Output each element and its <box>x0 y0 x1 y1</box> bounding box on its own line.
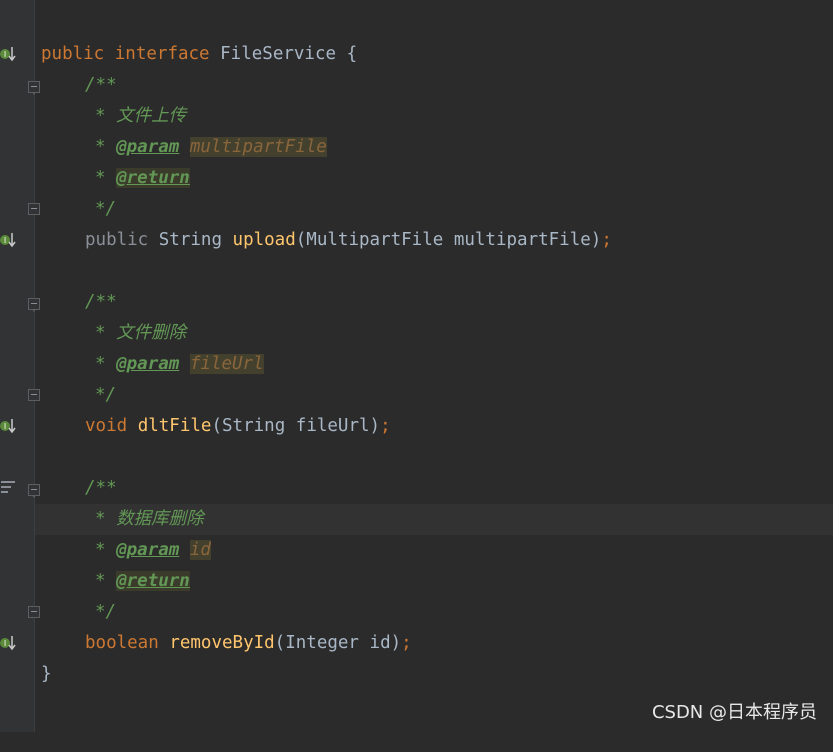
editor-gutter <box>0 0 34 732</box>
type: String <box>158 230 222 250</box>
code-line[interactable]: */ <box>35 597 833 628</box>
semicolon: ; <box>601 230 612 250</box>
code-line[interactable]: public String upload(MultipartFile multi… <box>35 225 833 256</box>
doc-star: * <box>95 323 106 343</box>
code-line[interactable]: boolean removeById(Integer id); <box>35 628 833 659</box>
doc-comment: */ <box>95 385 117 405</box>
code-line[interactable]: * @param multipartFile <box>35 132 833 163</box>
keyword: interface <box>114 44 210 64</box>
implementation-gutter-icon[interactable]: I <box>0 230 16 250</box>
implementation-gutter-icon[interactable]: I <box>0 416 16 436</box>
doc-star: * <box>95 168 106 188</box>
param-name: multipartFile <box>453 230 591 250</box>
code-line[interactable]: /** <box>35 70 833 101</box>
doc-comment: /** <box>85 292 117 312</box>
doc-param-name: fileUrl <box>189 354 264 374</box>
doc-star: * <box>95 509 106 529</box>
svg-text:I: I <box>4 236 6 245</box>
doc-param-name: id <box>189 540 211 560</box>
code-line[interactable]: * @param id <box>35 535 833 566</box>
code-line-current[interactable]: * 数据库删除 <box>35 504 833 535</box>
code-line[interactable]: * @param fileUrl <box>35 349 833 380</box>
paren: ) <box>369 416 381 436</box>
keyword: public <box>41 44 105 64</box>
code-line[interactable]: * @return <box>35 163 833 194</box>
paren: ) <box>590 230 602 250</box>
keyword: void <box>85 416 128 436</box>
implementation-gutter-icon[interactable]: I <box>0 44 16 64</box>
implementation-gutter-icon[interactable]: I <box>0 633 16 653</box>
param-type: String <box>222 416 286 436</box>
doc-param-name: multipartFile <box>189 137 327 157</box>
doc-star: * <box>95 106 106 126</box>
method-name: upload <box>232 230 296 250</box>
code-editor[interactable]: ; public interface FileService { /** * 文… <box>35 0 833 732</box>
param-name: fileUrl <box>295 416 370 436</box>
doc-star: * <box>95 137 106 157</box>
param-type: Integer <box>285 633 359 653</box>
paren: ( <box>295 230 307 250</box>
doc-text: 文件删除 <box>116 323 187 343</box>
code-line[interactable]: * 文件删除 <box>35 318 833 349</box>
doc-tag: @return <box>116 571 190 591</box>
param-name: id <box>369 633 391 653</box>
code-line[interactable]: * 文件上传 <box>35 101 833 132</box>
code-line[interactable]: public interface FileService { <box>35 39 833 70</box>
scrolled-line-fragment: ; <box>41 0 52 2</box>
code-line[interactable]: */ <box>35 380 833 411</box>
keyword: boolean <box>85 633 159 653</box>
doc-text: 文件上传 <box>116 106 187 126</box>
code-line[interactable]: * @return <box>35 566 833 597</box>
doc-comment: /** <box>85 478 117 498</box>
doc-star: * <box>95 571 106 591</box>
doc-star: * <box>95 354 106 374</box>
doc-tag: @param <box>116 354 180 374</box>
doc-tag: @param <box>116 137 180 157</box>
param-type: MultipartFile <box>306 230 444 250</box>
interface-name: FileService <box>220 44 337 64</box>
method-name: removeById <box>169 633 275 653</box>
svg-text:I: I <box>4 50 6 59</box>
brace: { <box>346 44 358 64</box>
paren: ) <box>390 633 402 653</box>
code-line[interactable]: /** <box>35 287 833 318</box>
doc-star: * <box>95 540 106 560</box>
method-name: dltFile <box>137 416 212 436</box>
svg-text:I: I <box>4 422 6 431</box>
code-line[interactable]: */ <box>35 194 833 225</box>
semicolon: ; <box>401 633 412 653</box>
doc-comment: */ <box>95 199 117 219</box>
structure-lines-icon[interactable] <box>1 481 15 493</box>
doc-tag: @param <box>116 540 180 560</box>
doc-comment: /** <box>85 75 117 95</box>
doc-tag: @return <box>116 168 190 188</box>
svg-text:I: I <box>4 639 6 648</box>
keyword: public <box>85 230 149 250</box>
semicolon: ; <box>380 416 391 436</box>
brace: } <box>41 664 52 684</box>
doc-text: 数据库删除 <box>116 509 204 529</box>
paren: ( <box>211 416 223 436</box>
code-line[interactable]: /** <box>35 473 833 504</box>
paren: ( <box>274 633 286 653</box>
doc-comment: */ <box>95 602 117 622</box>
code-line[interactable]: } <box>35 659 833 690</box>
watermark: CSDN @日本程序员 <box>651 702 817 723</box>
code-line[interactable]: void dltFile(String fileUrl); <box>35 411 833 442</box>
